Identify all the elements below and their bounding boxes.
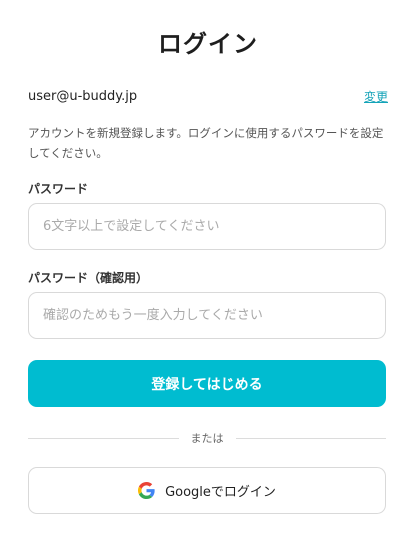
- divider-line-right: [235, 437, 386, 439]
- account-email: user@u-buddy.jp: [28, 88, 138, 104]
- or-divider: または: [28, 428, 386, 448]
- password-input[interactable]: [28, 203, 386, 250]
- register-button[interactable]: 登録してはじめる: [28, 360, 386, 407]
- page-title: ログイン: [158, 30, 258, 58]
- google-login-button[interactable]: Googleでログイン: [28, 467, 386, 514]
- account-row: user@u-buddy.jp 変更: [28, 86, 388, 106]
- password-confirm-label: パスワード（確認用）: [28, 271, 149, 285]
- or-label: または: [190, 432, 224, 445]
- description-text: アカウントを新規登録します。ログインに使用するパスワードを設定してください。: [28, 126, 384, 160]
- google-icon: [138, 482, 155, 499]
- password-confirm-input[interactable]: [28, 292, 386, 339]
- google-login-label: Googleでログイン: [165, 485, 276, 500]
- divider-line-left: [28, 437, 179, 439]
- change-email-link[interactable]: 変更: [364, 88, 388, 105]
- password-label: パスワード: [28, 182, 89, 196]
